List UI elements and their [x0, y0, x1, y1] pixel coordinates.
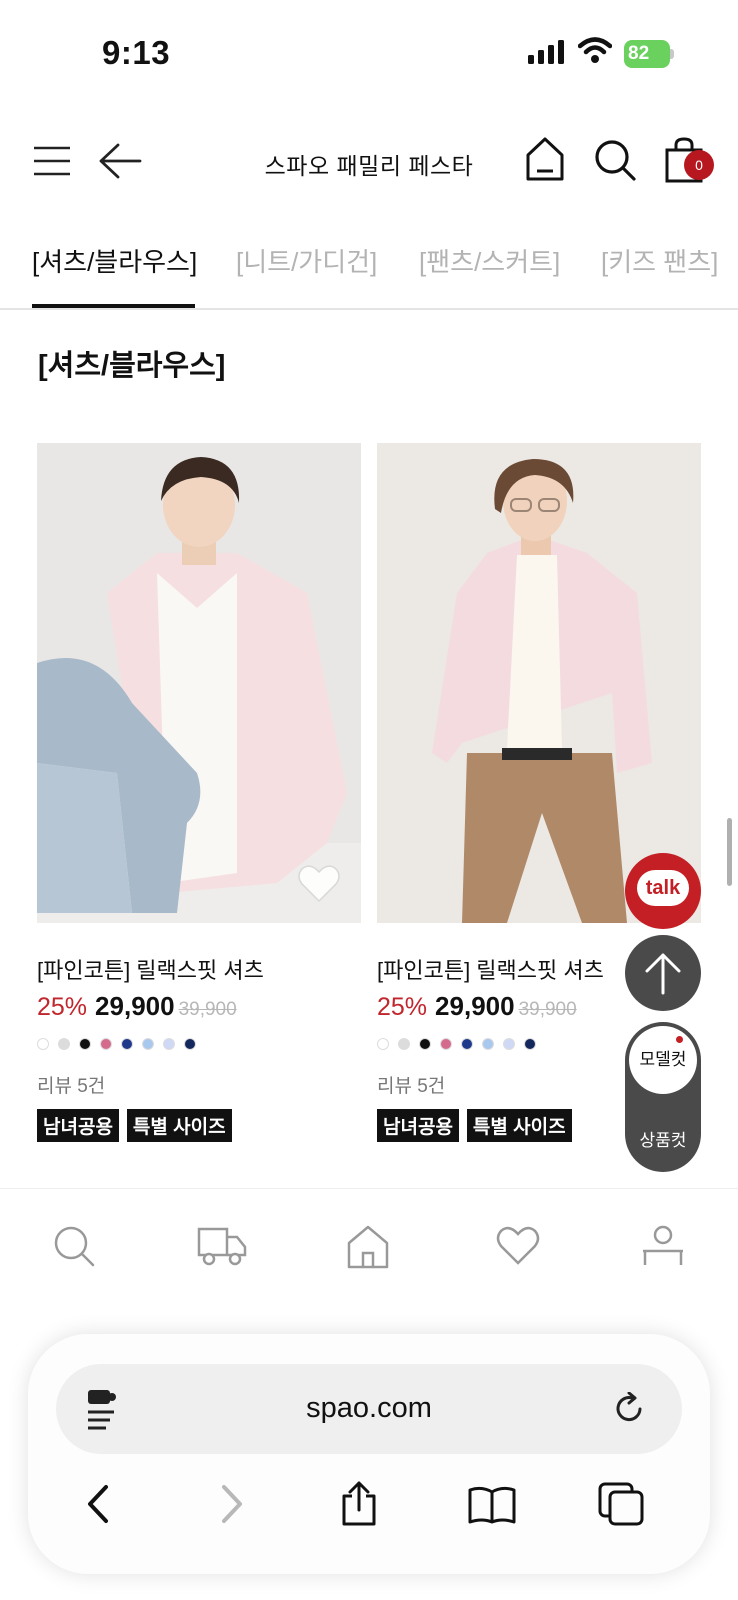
product-image[interactable]	[37, 443, 361, 923]
status-time: 9:13	[102, 34, 171, 71]
user-icon[interactable]	[641, 1225, 685, 1272]
tag-special-size: 특별 사이즈	[466, 1109, 572, 1142]
discount-rate: 25%	[37, 993, 88, 1021]
heart-icon[interactable]	[496, 1225, 540, 1270]
wifi-icon	[577, 36, 613, 69]
swatch-blue	[121, 1038, 133, 1050]
battery-icon: 82	[624, 40, 674, 68]
active-tab-indicator	[32, 304, 195, 308]
swatch-white	[377, 1038, 389, 1050]
tabs-icon[interactable]	[598, 1482, 644, 1531]
swatch-pink	[440, 1038, 452, 1050]
product-image[interactable]	[377, 443, 701, 923]
swatch-navy	[524, 1038, 536, 1050]
discount-rate: 25%	[377, 993, 428, 1021]
section-title: [셔츠/블라우스]	[38, 350, 226, 382]
model-cut-option[interactable]: 모델컷	[629, 1026, 697, 1094]
swatch-light-blue	[503, 1038, 515, 1050]
swatch-pink	[100, 1038, 112, 1050]
category-tabs: [셔츠/블라우스] [니트/가디건] [팬츠/스커트] [키즈 팬츠]	[0, 230, 738, 310]
back-icon[interactable]	[84, 1484, 112, 1529]
color-swatches	[37, 1038, 196, 1050]
kakao-talk-button[interactable]: talk	[625, 853, 701, 929]
swatch-light-gray	[58, 1038, 70, 1050]
tab-kids-pants[interactable]: [키즈 팬츠]	[601, 242, 718, 279]
original-price: 39,900	[518, 999, 577, 1020]
tag-special-size: 특별 사이즈	[126, 1109, 232, 1142]
swatch-light-blue	[163, 1038, 175, 1050]
swatch-blue	[461, 1038, 473, 1050]
tab-knit-cardigan[interactable]: [니트/가디건]	[236, 242, 377, 279]
swatch-black	[419, 1038, 431, 1050]
tab-pants-skirt[interactable]: [팬츠/스커트]	[419, 242, 560, 279]
battery-level: 82	[624, 40, 670, 68]
scrollbar[interactable]	[727, 818, 732, 886]
review-count: 리뷰 5건	[377, 1076, 446, 1097]
swatch-navy	[184, 1038, 196, 1050]
swatch-sky-blue	[142, 1038, 154, 1050]
arrow-up-icon	[645, 953, 681, 995]
color-swatches	[377, 1038, 536, 1050]
app-header: 스파오 패밀리 페스타 0	[0, 125, 738, 205]
price-row: 25% 29,900 39,900	[377, 991, 577, 1022]
home-icon[interactable]	[526, 137, 564, 186]
tag-unisex: 남녀공용	[377, 1109, 459, 1142]
search-icon[interactable]	[594, 139, 636, 186]
product-tags: 남녀공용 특별 사이즈	[377, 1109, 572, 1142]
tab-shirts-blouses[interactable]: [셔츠/블라우스]	[32, 242, 197, 279]
wishlist-heart-icon[interactable]	[297, 863, 341, 908]
signal-icon	[528, 40, 566, 69]
product-cut-option[interactable]: 상품컷	[625, 1126, 701, 1151]
bottom-nav	[0, 1188, 738, 1288]
search-icon[interactable]	[53, 1225, 95, 1272]
sale-price: 29,900	[95, 991, 175, 1021]
bookmarks-icon[interactable]	[468, 1486, 516, 1529]
original-price: 39,900	[178, 999, 237, 1020]
swatch-white	[37, 1038, 49, 1050]
reload-icon[interactable]	[612, 1391, 646, 1431]
product-tags: 남녀공용 특별 사이즈	[37, 1109, 232, 1142]
talk-label: talk	[637, 870, 689, 906]
model-product-toggle[interactable]: 모델컷 상품컷	[625, 1022, 701, 1172]
product-name[interactable]: [파인코튼] 릴랙스핏 셔츠	[37, 953, 264, 985]
price-row: 25% 29,900 39,900	[37, 991, 237, 1022]
share-icon[interactable]	[340, 1480, 378, 1531]
review-count: 리뷰 5건	[37, 1076, 106, 1097]
swatch-light-gray	[398, 1038, 410, 1050]
address-bar[interactable]: spao.com	[56, 1364, 682, 1454]
status-bar: 9:13 82	[0, 0, 738, 100]
url-text[interactable]: spao.com	[56, 1392, 682, 1425]
swatch-sky-blue	[482, 1038, 494, 1050]
scroll-top-button[interactable]	[625, 935, 701, 1011]
swatch-black	[79, 1038, 91, 1050]
active-dot	[676, 1036, 683, 1043]
delivery-truck-icon[interactable]	[197, 1225, 247, 1272]
browser-toolbar: spao.com	[28, 1334, 710, 1574]
home-icon[interactable]	[347, 1225, 389, 1274]
tag-unisex: 남녀공용	[37, 1109, 119, 1142]
sale-price: 29,900	[435, 991, 515, 1021]
product-name[interactable]: [파인코튼] 릴랙스핏 셔츠	[377, 953, 604, 985]
forward-icon	[218, 1484, 246, 1529]
cart-count-badge: 0	[684, 150, 714, 180]
